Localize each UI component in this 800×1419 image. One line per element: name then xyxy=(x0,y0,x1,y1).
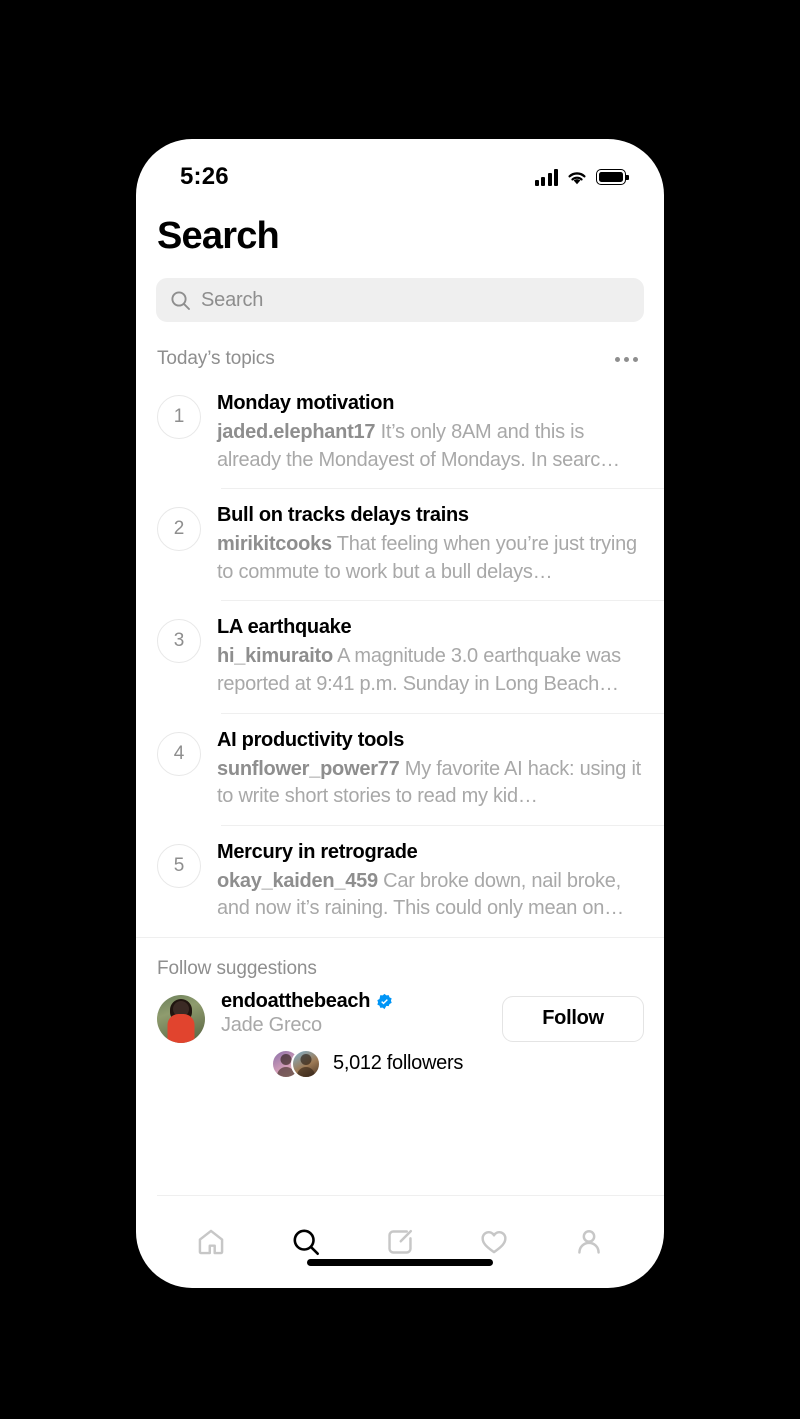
search-icon xyxy=(171,290,190,310)
avatar[interactable] xyxy=(157,994,205,1043)
topic-description: jaded.elephant17 It’s only 8AM and this … xyxy=(217,419,642,474)
topic-title: AI productivity tools xyxy=(217,728,405,751)
topic-row[interactable]: 4 AI productivity tools sunflower_power7… xyxy=(157,712,664,825)
search-icon xyxy=(293,1229,319,1255)
follower-avatar xyxy=(291,1048,321,1079)
search-placeholder: Search xyxy=(201,288,264,311)
follow-suggestions-title: Follow suggestions xyxy=(157,957,317,979)
tab-bar xyxy=(136,1196,664,1288)
suggestion-fullname: Jade Greco xyxy=(221,1013,322,1036)
suggestion-name-line: endoatthebeach xyxy=(221,990,486,1013)
topics-section-title: Today’s topics xyxy=(157,348,275,369)
topic-body: Monday motivation jaded.elephant17 It’s … xyxy=(217,390,642,474)
topic-row[interactable]: 1 Monday motivation jaded.elephant17 It’… xyxy=(157,376,664,488)
topic-body: AI productivity tools sunflower_power77 … xyxy=(217,727,642,811)
follow-button[interactable]: Follow xyxy=(502,995,644,1042)
topics-section-header: Today’s topics xyxy=(136,322,664,376)
verified-badge-icon xyxy=(377,993,392,1010)
topics-list: 1 Monday motivation jaded.elephant17 It’… xyxy=(136,376,664,937)
topic-body: Bull on tracks delays trains mirikitcook… xyxy=(217,502,642,586)
topic-row[interactable]: 2 Bull on tracks delays trains mirikitco… xyxy=(157,488,664,600)
heart-icon xyxy=(481,1231,507,1254)
ellipsis-icon[interactable] xyxy=(613,351,640,368)
search-input[interactable]: Search xyxy=(156,278,644,322)
tab-profile[interactable] xyxy=(566,1219,612,1265)
suggestion-username[interactable]: endoatthebeach xyxy=(221,990,370,1013)
screenshot-canvas: 5:26 Search Search Today’s topics 1 Mond… xyxy=(0,0,800,1419)
compose-icon xyxy=(388,1229,413,1254)
header: Search xyxy=(136,201,664,258)
cellular-signal-icon xyxy=(534,168,558,186)
topic-author: mirikitcooks xyxy=(217,533,332,556)
topic-description: okay_kaiden_459 Car broke down, nail bro… xyxy=(217,868,642,923)
topic-title: Mercury in retrograde xyxy=(217,840,418,863)
follow-suggestions-section: Follow suggestions endoatthebeach Jade G… xyxy=(136,938,664,1195)
topic-row[interactable]: 5 Mercury in retrograde okay_kaiden_459 … xyxy=(157,824,664,937)
followers-count: 5,012 followers xyxy=(333,1052,464,1075)
home-indicator xyxy=(307,1259,493,1266)
home-icon xyxy=(198,1229,224,1255)
follower-avatars xyxy=(271,1048,321,1079)
topic-author: hi_kimuraito xyxy=(217,645,333,668)
status-time: 5:26 xyxy=(180,163,229,190)
phone-frame: 5:26 Search Search Today’s topics 1 Mond… xyxy=(136,139,664,1288)
suggestion-details: endoatthebeach Jade Greco 5,012 follower… xyxy=(221,990,486,1079)
wifi-icon xyxy=(568,171,586,184)
battery-full-icon xyxy=(596,169,629,185)
topic-author: jaded.elephant17 xyxy=(217,421,376,443)
person-icon xyxy=(577,1230,600,1254)
page-title: Search xyxy=(157,215,280,257)
search-bar-container: Search xyxy=(136,258,664,322)
topic-body: Mercury in retrograde okay_kaiden_459 Ca… xyxy=(217,839,642,923)
topic-author: sunflower_power77 xyxy=(217,757,400,780)
status-bar: 5:26 xyxy=(136,139,664,201)
topic-body: LA earthquake hi_kimuraito A magnitude 3… xyxy=(217,614,642,698)
topic-title: Bull on tracks delays trains xyxy=(217,504,469,527)
tab-home[interactable] xyxy=(188,1219,234,1265)
followers-line: 5,012 followers xyxy=(221,1048,486,1079)
topic-title: Monday motivation xyxy=(217,392,395,414)
topic-rank: 4 xyxy=(157,731,201,776)
topic-title: LA earthquake xyxy=(217,616,352,639)
topic-description: sunflower_power77 My favorite AI hack: u… xyxy=(217,756,642,811)
topic-rank: 3 xyxy=(157,619,201,664)
topic-description: hi_kimuraito A magnitude 3.0 earthquake … xyxy=(217,643,642,698)
suggestion-row[interactable]: endoatthebeach Jade Greco 5,012 follower… xyxy=(157,990,664,1079)
topic-author: okay_kaiden_459 xyxy=(217,869,378,892)
status-icons xyxy=(534,168,629,186)
topic-row[interactable]: 3 LA earthquake hi_kimuraito A magnitude… xyxy=(157,600,664,712)
topic-rank: 5 xyxy=(157,843,201,888)
topic-rank: 1 xyxy=(157,395,201,439)
topic-description: mirikitcooks That feeling when you’re ju… xyxy=(217,531,642,586)
topic-rank: 2 xyxy=(157,507,201,552)
